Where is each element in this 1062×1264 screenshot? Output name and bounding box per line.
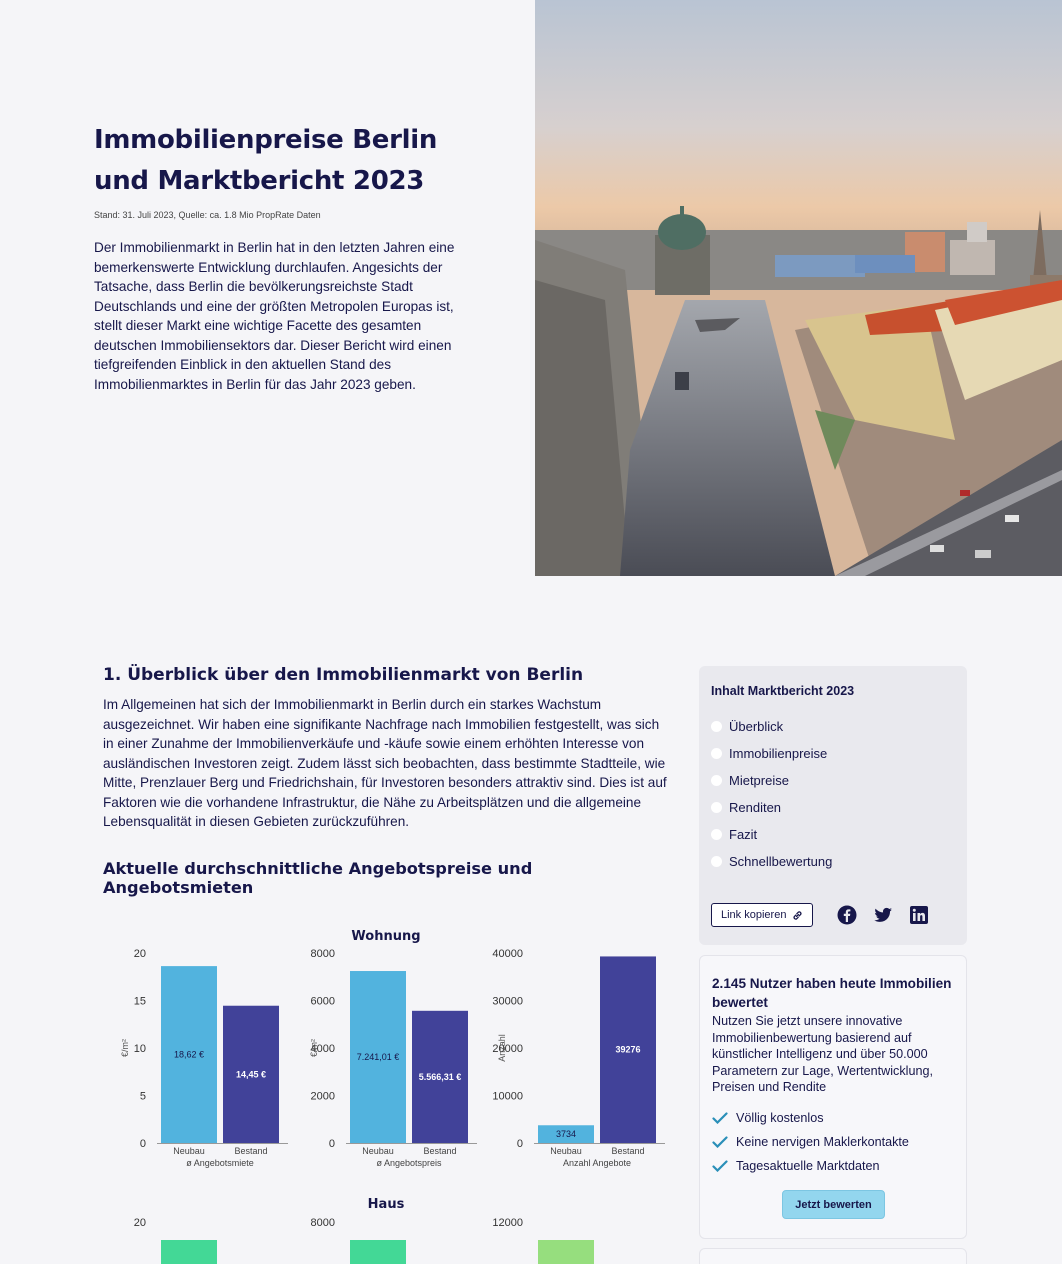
toc-item-schnellbewertung[interactable]: Schnellbewertung [711, 848, 832, 875]
y-tick-label: 0 [517, 1138, 523, 1150]
price-charts: Wohnung Haus 0 5 10 15 20 €/m² 18,62 € Neubau 14,4… [103, 920, 673, 1264]
benefit-item: Völlig kostenlos [712, 1106, 909, 1130]
toc-item-label: Überblick [729, 719, 784, 734]
toc-item-immobilienpreise[interactable]: Immobilienpreise [711, 740, 832, 767]
toc-item-label: Mietpreise [729, 773, 789, 788]
toc-item-mietpreise[interactable]: Mietpreise [711, 767, 832, 794]
section-text: Im Allgemeinen hat sich der Immobilienma… [103, 697, 667, 829]
toc-bullet [711, 829, 722, 840]
linkedin-icon[interactable] [909, 905, 929, 925]
toc-item-ueberblick[interactable]: Überblick [711, 713, 832, 740]
y-tick-label: 20 [134, 1217, 146, 1229]
hero-description: Der Immobilienmarkt in Berlin hat in den… [94, 240, 455, 392]
x-tick-label: Neubau [173, 1146, 205, 1156]
y-axis-label: €/m² [309, 1039, 319, 1057]
data-label: 18,62 € [174, 1050, 204, 1060]
data-label: 39276 [615, 1045, 640, 1055]
page-title-line1: Immobilienpreise Berlin [94, 125, 438, 155]
chart-bar [350, 1240, 406, 1264]
hero-intro: Immobilienpreise Berlin und Marktbericht… [94, 120, 464, 394]
copy-link-button[interactable]: Link kopieren [711, 903, 814, 927]
toc-item-label: Renditen [729, 800, 782, 815]
toc-item-fazit[interactable]: Fazit [711, 821, 832, 848]
twitter-icon[interactable] [873, 905, 893, 925]
x-tick-label: Bestand [234, 1146, 267, 1156]
berlin-skyline-photo [535, 0, 1062, 576]
chart-bar [538, 1240, 594, 1264]
toc-bullet [711, 721, 722, 732]
x-axis-label: Anzahl Angebote [563, 1158, 631, 1168]
toc-title: Inhalt Marktbericht 2023 [711, 684, 855, 698]
chart-bar [161, 1240, 217, 1264]
toc-bullet [711, 802, 722, 813]
benefit-item: Tagesaktuelle Marktdaten [712, 1154, 909, 1178]
data-label: 7.241,01 € [357, 1052, 400, 1062]
prices-subheading: Aktuelle durchschnittliche Angebotspreis… [103, 858, 533, 897]
toc-item-label: Schnellbewertung [729, 854, 833, 869]
y-tick-label: 6000 [311, 996, 335, 1008]
y-tick-label: 12000 [492, 1217, 523, 1229]
benefit-label: Keine nervigen Maklerkontakte [736, 1135, 909, 1149]
x-axis-label: ø Angebotsmiete [186, 1158, 254, 1168]
toc-item-renditen[interactable]: Renditen [711, 794, 832, 821]
x-tick-label: Bestand [611, 1146, 644, 1156]
benefit-label: Völlig kostenlos [736, 1111, 824, 1125]
y-tick-label: 0 [140, 1138, 146, 1150]
check-icon [712, 1136, 728, 1148]
table-of-contents: Inhalt Marktbericht 2023 Überblick Immob… [699, 666, 967, 945]
promo-title: 2.145 Nutzer haben heute Immobilien bewe… [712, 976, 952, 1010]
y-tick-label: 8000 [311, 948, 335, 960]
toc-item-label: Fazit [729, 827, 758, 842]
y-axis-label: Anzahl [497, 1034, 507, 1062]
y-tick-label: 10000 [492, 1091, 523, 1103]
report-date-source: Stand: 31. Juli 2023, Quelle: ca. 1.8 Mi… [94, 210, 321, 220]
y-tick-label: 10 [134, 1043, 146, 1055]
benefit-list: Völlig kostenlos Keine nervigen Maklerko… [712, 1106, 909, 1178]
overview-section: 1. Überblick über den Immobilienmarkt vo… [103, 665, 671, 897]
toc-bullet [711, 856, 722, 867]
benefit-item: Keine nervigen Maklerkontakte [712, 1130, 909, 1154]
chart-group-title: Haus [368, 1197, 405, 1212]
y-tick-label: 30000 [492, 996, 523, 1008]
page-title: Immobilienpreise Berlin und Marktbericht… [94, 120, 464, 202]
section-heading: 1. Überblick über den Immobilienmarkt vo… [103, 665, 584, 685]
x-tick-label: Neubau [550, 1146, 582, 1156]
check-icon [712, 1160, 728, 1172]
y-axis-label: €/m² [120, 1039, 130, 1057]
x-tick-label: Bestand [423, 1146, 456, 1156]
link-icon [793, 910, 802, 920]
toc-item-label: Immobilienpreise [729, 746, 828, 761]
next-sidebar-card [699, 1248, 967, 1264]
charts-canvas: Wohnung Haus 0 5 10 15 20 €/m² 18,62 € Neubau 14,4… [120, 929, 665, 1264]
x-tick-label: Neubau [362, 1146, 394, 1156]
x-axis-label: ø Angebotspreis [376, 1158, 442, 1168]
y-tick-label: 8000 [311, 1217, 335, 1229]
promo-text: Nutzen Sie jetzt unsere innovative Immob… [712, 1014, 933, 1094]
y-tick-label: 5 [140, 1091, 146, 1103]
toc-bullet [711, 775, 722, 786]
chart-group-title: Wohnung [351, 929, 420, 944]
check-icon [712, 1112, 728, 1124]
data-label: 14,45 € [236, 1069, 266, 1079]
y-tick-label: 2000 [311, 1091, 335, 1103]
y-tick-label: 0 [329, 1138, 335, 1150]
y-tick-label: 20 [134, 948, 146, 960]
valuation-promo-card: 2.145 Nutzer haben heute Immobilien bewe… [699, 955, 967, 1239]
benefit-label: Tagesaktuelle Marktdaten [736, 1159, 880, 1173]
y-tick-label: 40000 [492, 948, 523, 960]
y-tick-label: 15 [134, 996, 146, 1008]
page-title-line2: und Marktbericht 2023 [94, 166, 425, 196]
facebook-icon[interactable] [837, 905, 857, 925]
data-label: 3734 [556, 1129, 576, 1139]
toc-bullet [711, 748, 722, 759]
data-label: 5.566,31 € [419, 1072, 462, 1082]
toc-list: Überblick Immobilienpreise Mietpreise Re… [711, 713, 832, 875]
valuate-now-button[interactable]: Jetzt bewerten [782, 1190, 885, 1219]
copy-link-label: Link kopieren [721, 909, 787, 921]
